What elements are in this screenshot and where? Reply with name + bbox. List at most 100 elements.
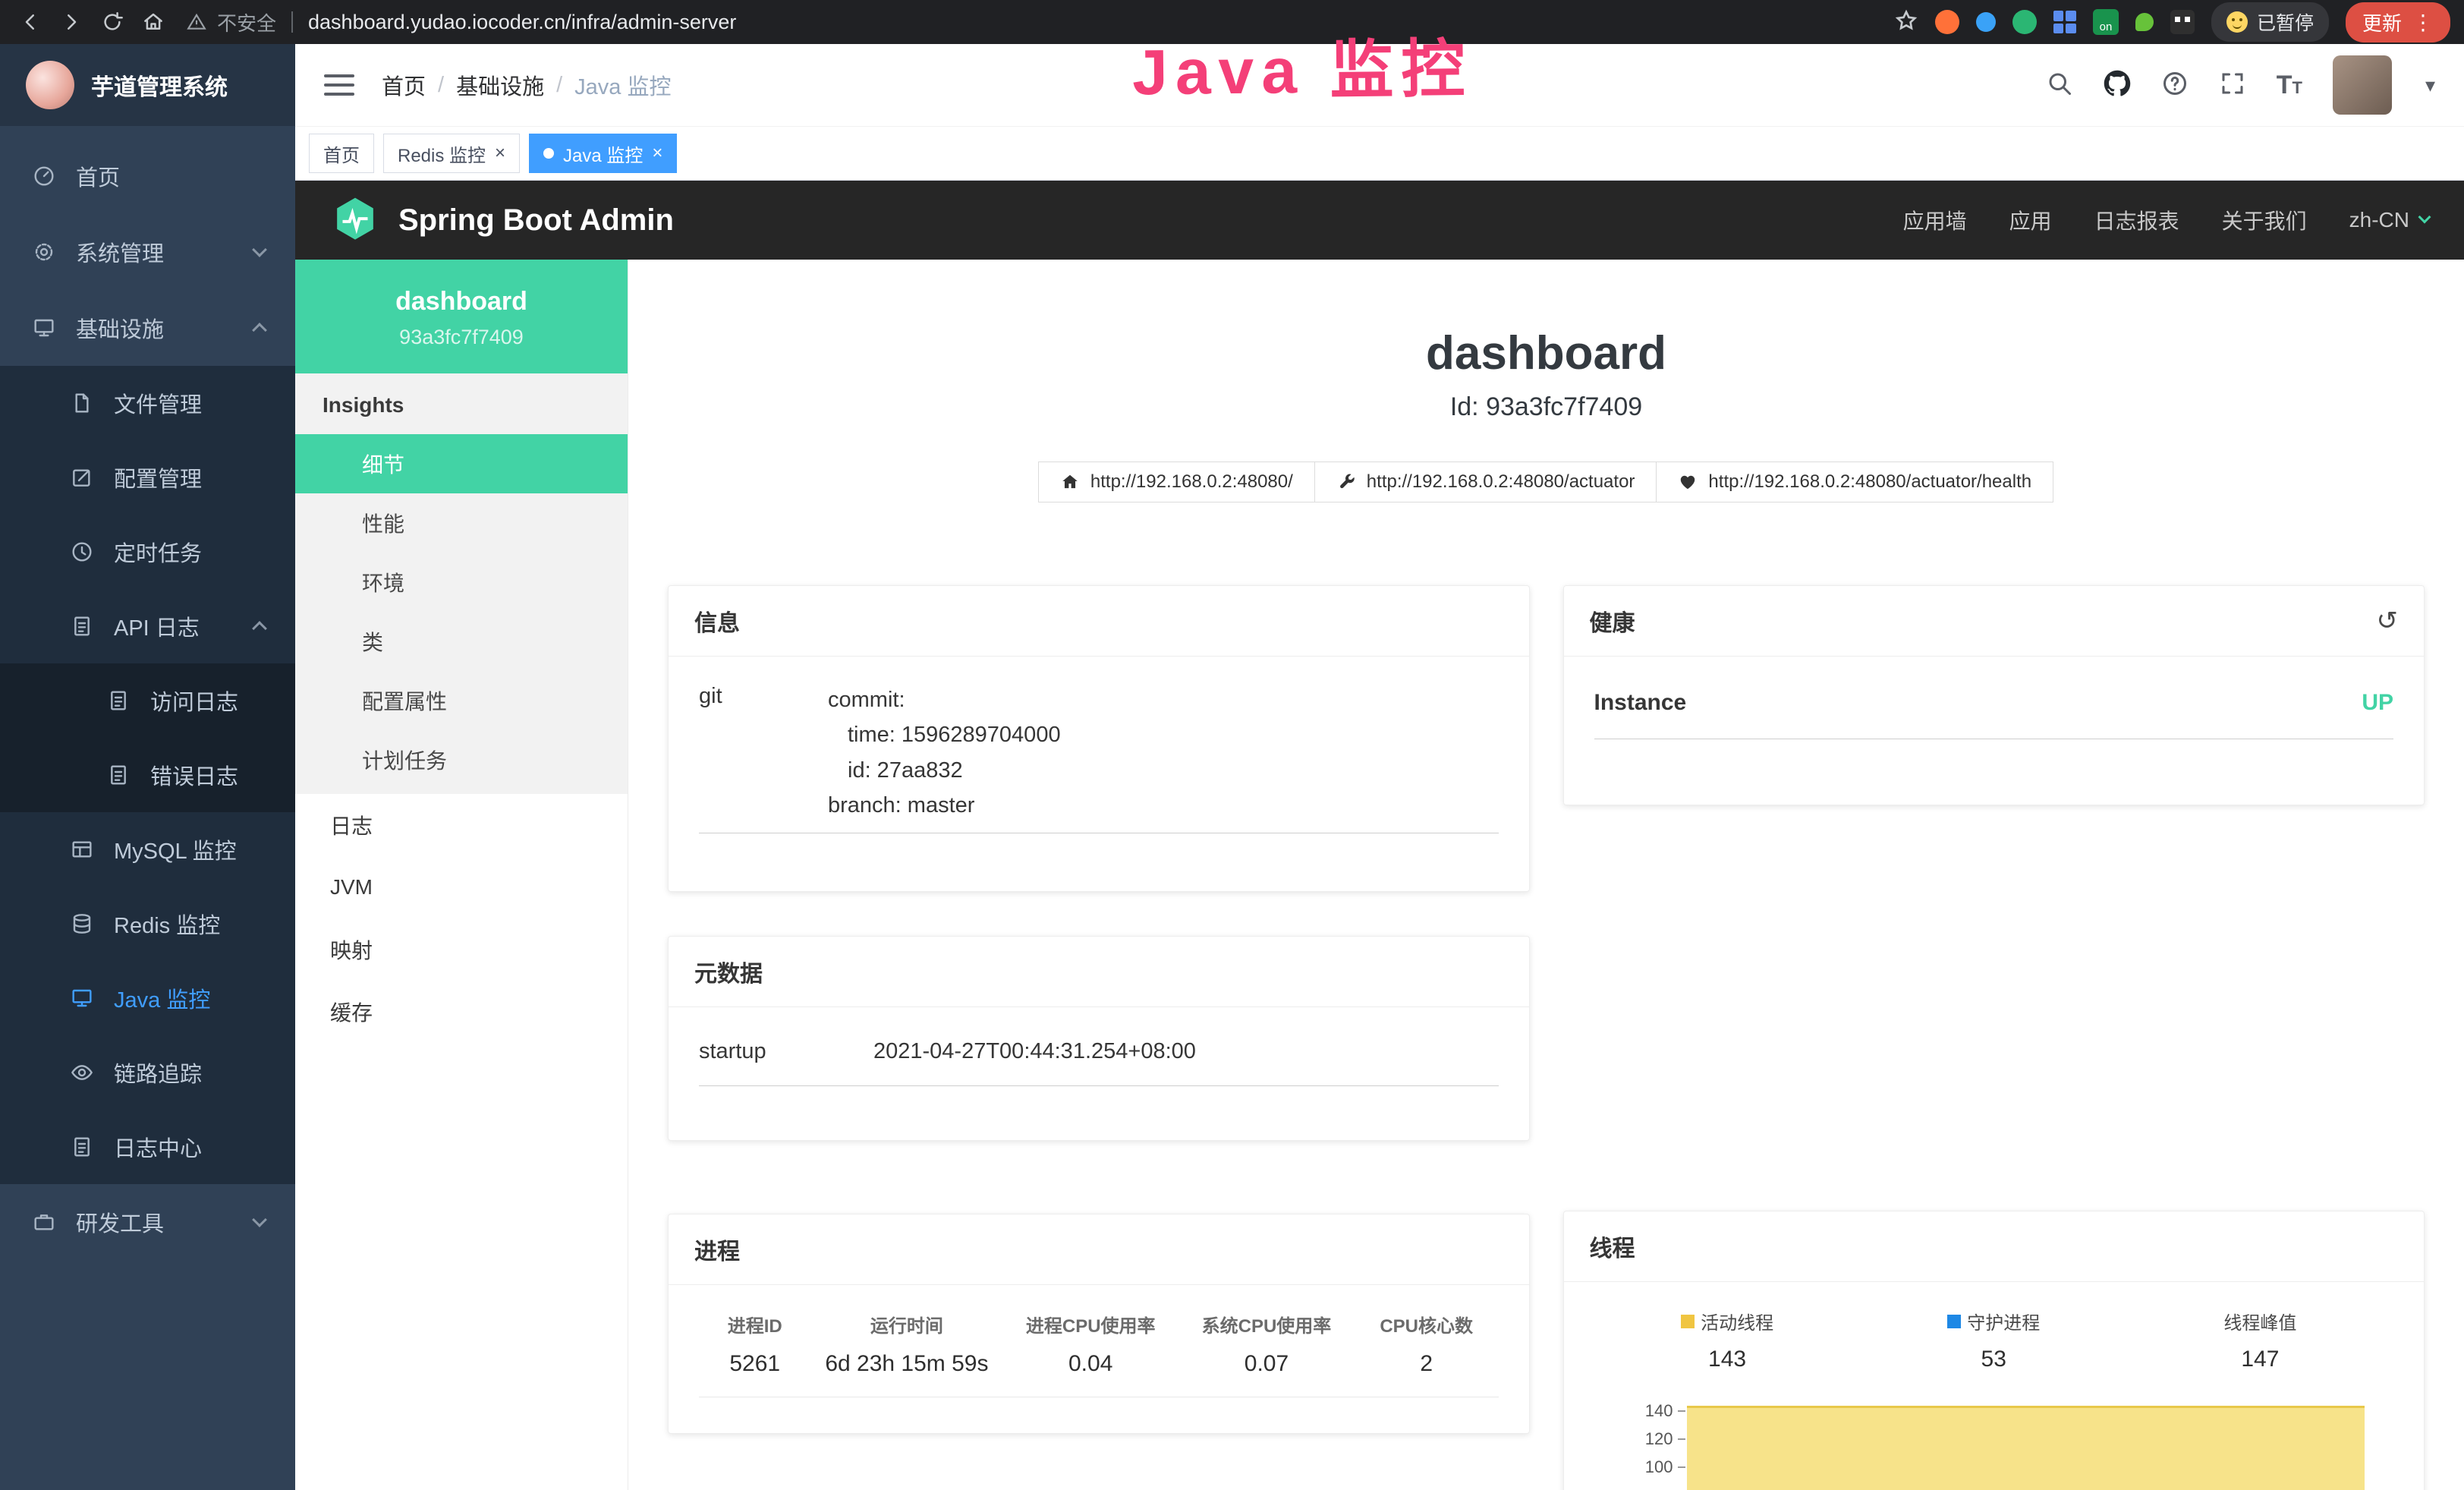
sidebar-item-config-manage[interactable]: 配置管理 (0, 440, 295, 515)
sba-item-label: 日志 (330, 810, 373, 840)
process-val: 2 (1355, 1351, 1499, 1377)
active-tab-dot (543, 148, 554, 159)
sidebar-item-file-manage[interactable]: 文件管理 (0, 366, 295, 440)
sba-item-metrics[interactable]: 性能 (295, 493, 628, 553)
info-card: 信息 git commit: time: 1596289704000 id: 2… (668, 585, 1530, 892)
fullscreen-icon[interactable] (2219, 70, 2246, 101)
reload-icon[interactable] (96, 5, 129, 39)
breadcrumb-item[interactable]: 基础设施 (456, 69, 544, 101)
instance-header[interactable]: dashboard 93a3fc7f7409 (295, 260, 628, 373)
instance-name: dashboard (303, 287, 620, 317)
right-card-column: 健康 ↺ Instance UP 线程 (1563, 585, 2425, 1490)
sidebar-item-access-logs[interactable]: 访问日志 (0, 663, 295, 738)
tab-home[interactable]: 首页 (309, 134, 374, 173)
sba-brand[interactable]: Spring Boot Admin (398, 203, 674, 238)
paused-badge[interactable]: 已暂停 (2211, 2, 2329, 42)
tab-java-monitor[interactable]: Java 监控 × (529, 134, 677, 173)
font-size-icon[interactable]: TT (2277, 71, 2302, 100)
avatar[interactable] (2333, 55, 2392, 115)
on-toggle-extension-icon[interactable]: on (2093, 9, 2119, 35)
browser-actions: on 已暂停 更新 ⋮ (1894, 2, 2450, 43)
service-url-link[interactable]: http://192.168.0.2:48080/ (1038, 461, 1315, 502)
home-browser-icon[interactable] (137, 5, 170, 39)
metadata-value: 2021-04-27T00:44:31.254+08:00 (873, 1039, 1499, 1064)
sba-item-scheduled-tasks[interactable]: 计划任务 (295, 730, 628, 789)
forward-icon[interactable] (55, 5, 88, 39)
close-icon[interactable]: × (495, 143, 505, 164)
sidebar-item-infra[interactable]: 基础设施 (0, 290, 295, 366)
sidebar-item-mysql-monitor[interactable]: MySQL 监控 (0, 812, 295, 887)
fox-extension-icon[interactable] (1935, 10, 1959, 34)
threads-card: 线程 活动线程 143 守护进程 53 (1563, 1211, 2425, 1490)
sba-item-classes[interactable]: 类 (295, 612, 628, 671)
process-val: 0.07 (1179, 1351, 1355, 1377)
back-icon[interactable] (14, 5, 47, 39)
close-icon[interactable]: × (652, 143, 662, 164)
legend-live-threads: 活动线程 143 (1594, 1308, 1861, 1372)
hamburger-icon[interactable] (324, 74, 354, 96)
health-instance-row[interactable]: Instance UP (1594, 682, 2394, 739)
heart-icon (1678, 472, 1698, 492)
health-url-link[interactable]: http://192.168.0.2:48080/actuator/health (1656, 461, 2053, 502)
sidebar-item-log-center[interactable]: 日志中心 (0, 1110, 295, 1184)
y-tick: 100 (1594, 1453, 1685, 1481)
actuator-url-link[interactable]: http://192.168.0.2:48080/actuator (1314, 461, 1657, 502)
health-instance-label: Instance (1594, 690, 1687, 716)
sidebar-item-redis-monitor[interactable]: Redis 监控 (0, 887, 295, 961)
history-icon[interactable]: ↺ (2377, 606, 2399, 636)
sba-nav-wallboard[interactable]: 应用墙 (1903, 205, 1967, 235)
sidebar-item-system[interactable]: 系统管理 (0, 214, 295, 290)
sba-item-configprops[interactable]: 配置属性 (295, 671, 628, 730)
caret-down-icon[interactable]: ▾ (2425, 74, 2435, 97)
github-icon[interactable] (2104, 70, 2131, 101)
help-icon[interactable] (2161, 70, 2189, 101)
sidebar-item-label: Redis 监控 (114, 908, 220, 940)
sba-nav-journal[interactable]: 日志报表 (2094, 205, 2179, 235)
bookmark-star-icon[interactable] (1894, 8, 1918, 36)
sba-nav-applications[interactable]: 应用 (2009, 205, 2052, 235)
sba-item-details[interactable]: 细节 (295, 434, 628, 493)
sba-item-caches[interactable]: 缓存 (295, 981, 628, 1043)
sidebar-item-scheduled-jobs[interactable]: 定时任务 (0, 515, 295, 589)
green-extension-icon[interactable] (2012, 10, 2037, 34)
metadata-key: startup (699, 1039, 873, 1064)
address-bar[interactable]: 不安全 dashboard.yudao.iocoder.cn/infra/adm… (187, 8, 736, 36)
dark-extension-icon[interactable] (2170, 10, 2195, 34)
legend-value: 143 (1594, 1347, 1861, 1372)
sidebar-item-api-logs[interactable]: API 日志 (0, 589, 295, 663)
url-text: dashboard.yudao.iocoder.cn/infra/admin-s… (308, 11, 736, 34)
sidebar-item-label: 访问日志 (150, 685, 238, 717)
locale-selector[interactable]: zh-CN (2349, 208, 2429, 232)
search-icon[interactable] (2046, 70, 2073, 101)
chevron-up-icon (252, 323, 267, 338)
leaf-extension-icon[interactable] (2135, 13, 2154, 31)
sba-item-environment[interactable]: 环境 (295, 553, 628, 612)
main-region: 首页 / 基础设施 / Java 监控 TT ▾ 首页 Redis 监控 × J… (295, 44, 2464, 1490)
live-threads-area (1687, 1406, 2365, 1490)
process-col: 进程CPU使用率 (1002, 1311, 1179, 1337)
sidebar-item-error-logs[interactable]: 错误日志 (0, 738, 295, 812)
tags-view-bar: 首页 Redis 监控 × Java 监控 × (295, 126, 2464, 181)
sidebar-item-dev-tools[interactable]: 研发工具 (0, 1184, 295, 1260)
address-divider (291, 11, 293, 33)
sidebar-item-tracing[interactable]: 链路追踪 (0, 1035, 295, 1110)
sba-content: dashboard 93a3fc7f7409 Insights 细节 性能 环境… (295, 260, 2464, 1490)
sidebar-item-home[interactable]: 首页 (0, 138, 295, 214)
breadcrumb-item[interactable]: 首页 (382, 69, 426, 101)
sba-item-loggers[interactable]: 日志 (295, 794, 628, 856)
sba-item-mappings[interactable]: 映射 (295, 918, 628, 981)
grid-extension-icon[interactable] (2053, 11, 2076, 33)
browser-menu-icon[interactable]: ⋮ (2412, 10, 2434, 35)
card-title: 线程 (1590, 1230, 1635, 1263)
sidebar-item-java-monitor[interactable]: Java 监控 (0, 961, 295, 1035)
insights-label: Insights (295, 373, 628, 434)
dashboard-icon (32, 164, 56, 188)
sba-item-jvm[interactable]: JVM (295, 856, 628, 918)
process-col: CPU核心数 (1355, 1311, 1499, 1337)
drop-extension-icon[interactable] (1976, 12, 1996, 32)
tab-redis-monitor[interactable]: Redis 监控 × (383, 134, 520, 173)
sba-nav-about[interactable]: 关于我们 (2222, 205, 2307, 235)
update-button[interactable]: 更新 ⋮ (2346, 2, 2450, 43)
sba-sidebar: dashboard 93a3fc7f7409 Insights 细节 性能 环境… (295, 260, 628, 1490)
metadata-card: 元数据 startup 2021-04-27T00:44:31.254+08:0… (668, 936, 1530, 1141)
